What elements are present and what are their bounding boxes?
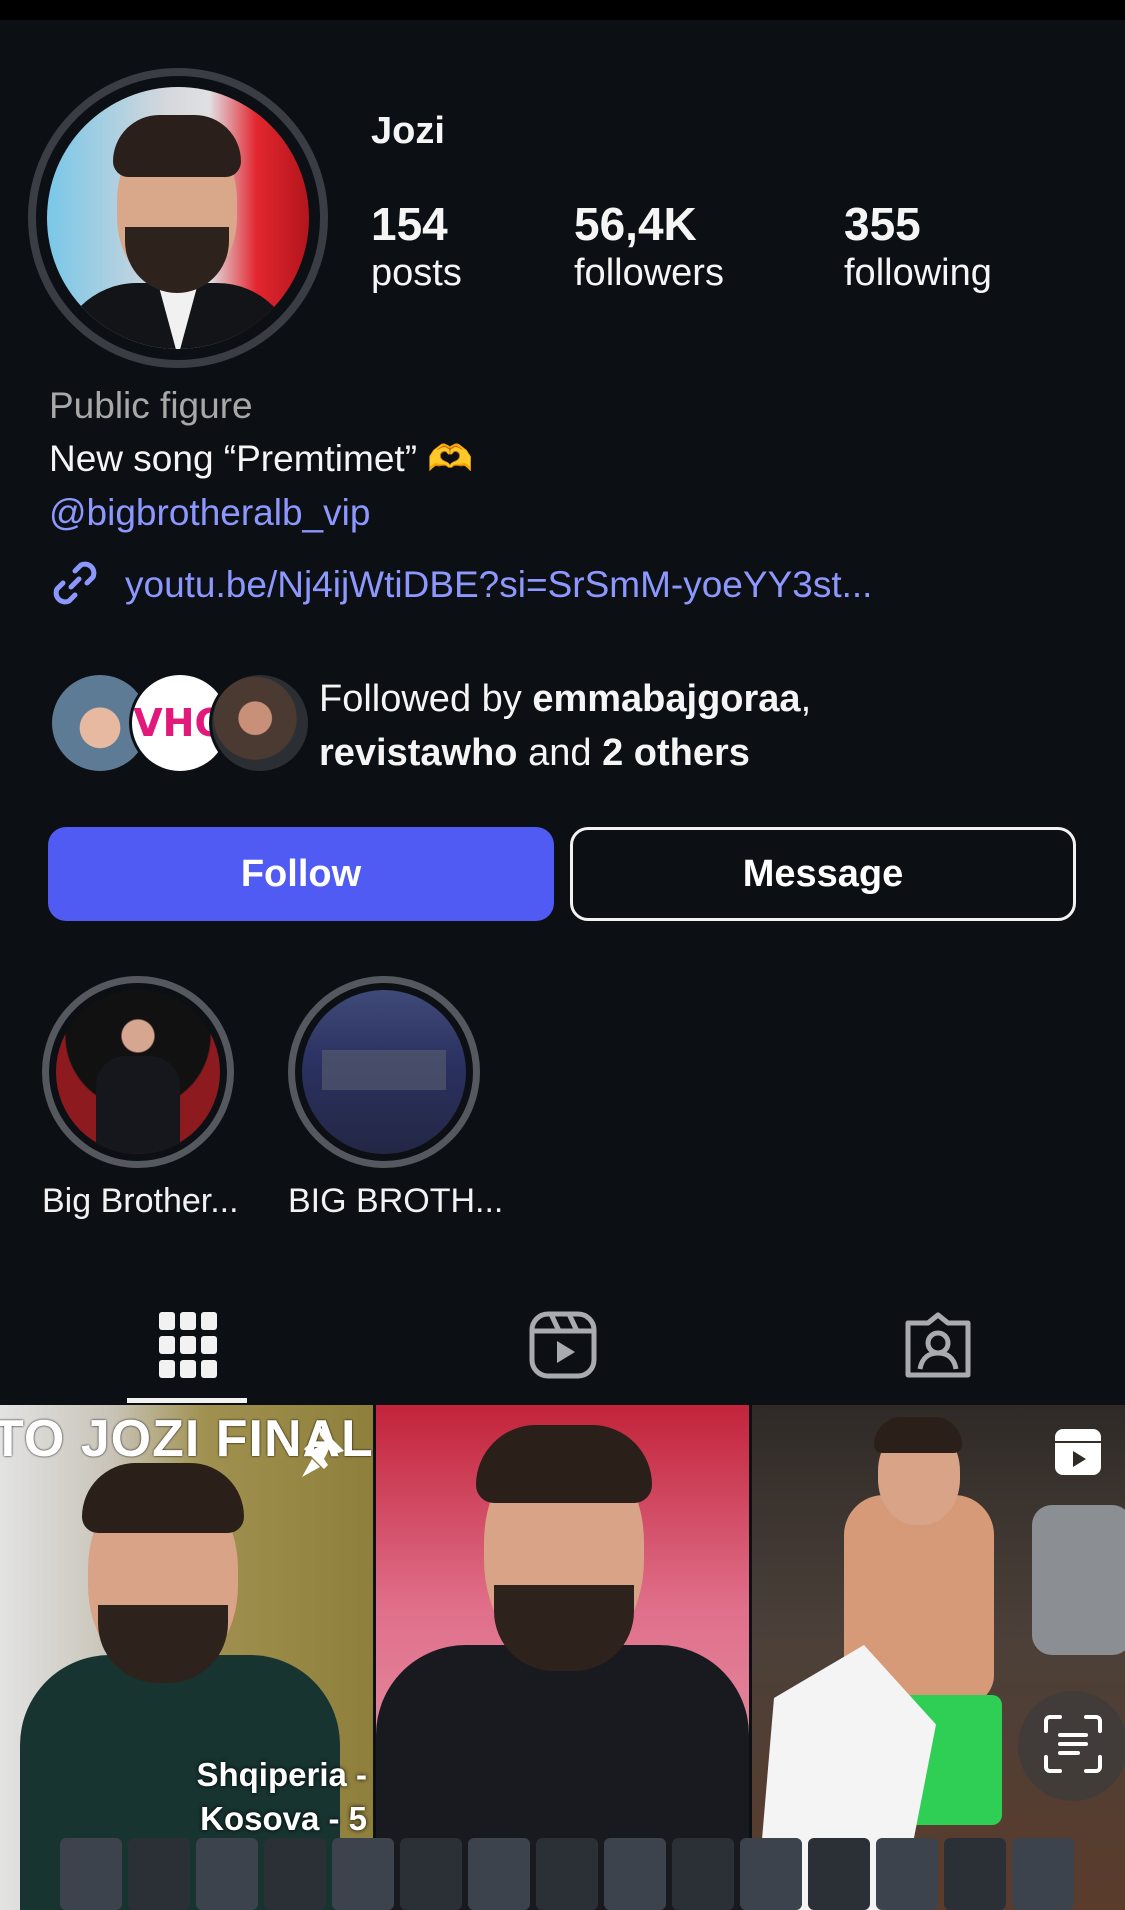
profile-bio: New song “Premtimet” 🫶	[49, 438, 474, 479]
post-1-caption: Shqiperia - Kosova - 5	[196, 1756, 367, 1837]
follower-avatar-3	[209, 672, 311, 774]
scan-text-button[interactable]	[1018, 1691, 1125, 1801]
stat-posts-label: posts	[371, 252, 462, 294]
text-scan-icon	[1042, 1713, 1104, 1780]
profile-avatar[interactable]	[28, 68, 328, 368]
stat-following-value: 355	[844, 198, 921, 250]
stat-posts[interactable]: 154 posts	[371, 198, 462, 296]
story-highlight-1[interactable]: Big Brother...	[42, 976, 239, 1221]
link-text: youtu.be/Nj4ijWtiDBE?si=SrSmM-yoeYY3st..…	[125, 564, 873, 605]
highlight-label-1: Big Brother...	[42, 1182, 239, 1220]
reels-icon	[529, 1311, 597, 1384]
status-bar	[0, 0, 1125, 20]
followed-by-text: Followed by emmabajgoraa, revistawho and…	[319, 678, 812, 774]
story-highlight-2[interactable]: BIG BROTH...	[288, 976, 504, 1221]
profile-website-link[interactable]: youtu.be/Nj4ijWtiDBE?si=SrSmM-yoeYY3st..…	[49, 560, 872, 610]
grid-icon	[158, 1311, 217, 1383]
highlight-cover-1	[42, 976, 234, 1168]
profile-category: Public figure	[49, 385, 253, 426]
tab-posts-grid[interactable]	[0, 1290, 375, 1404]
stat-followers[interactable]: 56,4K followers	[574, 198, 724, 296]
stat-followers-label: followers	[574, 252, 724, 294]
tab-reels[interactable]	[375, 1290, 750, 1404]
stat-followers-value: 56,4K	[574, 198, 697, 250]
highlight-label-2: BIG BROTH...	[288, 1182, 504, 1220]
follow-button[interactable]: Follow	[48, 827, 554, 921]
tagged-icon	[904, 1311, 972, 1384]
pinned-icon	[300, 1423, 350, 1484]
followed-by-row[interactable]: VHO Followed by emmabajgoraa, revistawho…	[49, 670, 1079, 774]
message-button[interactable]: Message	[570, 827, 1076, 921]
post-thumbnail-2[interactable]	[376, 1405, 749, 1910]
profile-mention-link[interactable]: @bigbrotheralb_vip	[49, 492, 370, 534]
reel-badge-icon	[1053, 1427, 1103, 1482]
highlight-cover-2	[288, 976, 480, 1168]
active-tab-indicator	[127, 1398, 247, 1403]
tab-tagged[interactable]	[750, 1290, 1125, 1404]
posts-grid: TO JOZI FINALI Shqiperia - Kosova - 5	[0, 1405, 1125, 1910]
stat-following[interactable]: 355 following	[844, 198, 992, 296]
post-thumbnail-3[interactable]	[752, 1405, 1125, 1910]
link-icon	[49, 557, 101, 614]
profile-username: Jozi	[371, 110, 445, 152]
post-thumbnail-1[interactable]: TO JOZI FINALI Shqiperia - Kosova - 5	[0, 1405, 373, 1910]
profile-tabs	[0, 1290, 1125, 1404]
avatar-photo	[47, 87, 309, 349]
stat-posts-value: 154	[371, 198, 448, 250]
stat-following-label: following	[844, 252, 992, 294]
app-switcher-thumbnails	[0, 1838, 1125, 1910]
